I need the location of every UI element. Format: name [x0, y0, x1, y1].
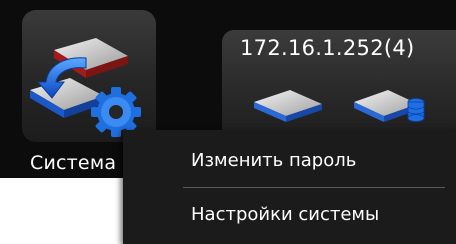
menu-divider	[183, 187, 445, 188]
system-settings-icon	[30, 38, 141, 137]
context-menu: Изменить пароль Настройки системы	[123, 130, 456, 244]
menu-item-system-settings[interactable]: Настройки системы	[191, 204, 379, 225]
disk-icon[interactable]	[250, 82, 324, 126]
disk-database-icon[interactable]	[352, 82, 426, 126]
menu-item-change-password[interactable]: Изменить пароль	[191, 150, 356, 171]
system-app-label[interactable]: Система	[30, 152, 116, 174]
server-title: 172.16.1.252(4)	[240, 36, 415, 60]
